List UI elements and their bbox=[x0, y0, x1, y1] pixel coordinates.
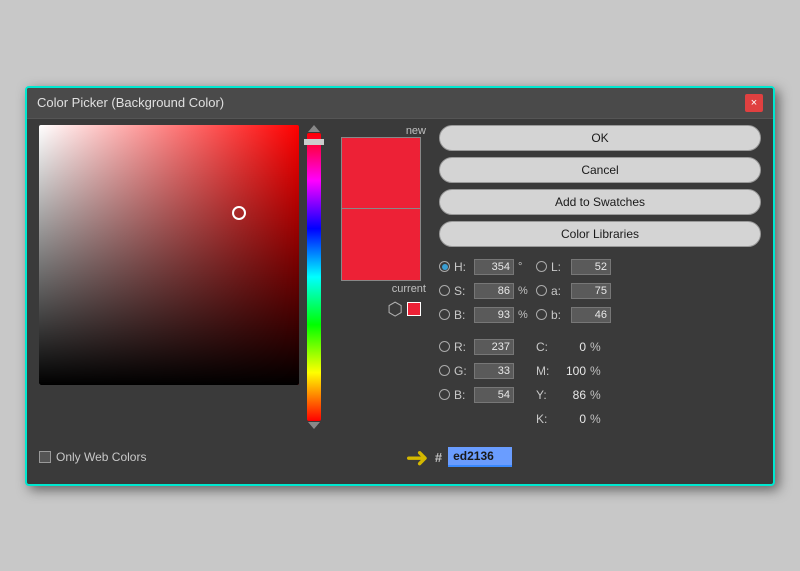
hue-unit: ° bbox=[518, 261, 530, 273]
cmyk-m-value: 100 bbox=[556, 364, 586, 378]
lab-cmyk-col: L: a: b: bbox=[536, 257, 611, 429]
hash-symbol: # bbox=[435, 450, 442, 465]
blue-radio[interactable] bbox=[439, 389, 450, 400]
lab-l-radio[interactable] bbox=[536, 261, 547, 272]
hue-arrow-top-icon bbox=[308, 125, 320, 132]
lab-a-radio[interactable] bbox=[536, 285, 547, 296]
brightness-unit: % bbox=[518, 309, 530, 321]
cube-swatch-area: ⬡ bbox=[341, 299, 421, 320]
green-row: G: bbox=[439, 361, 530, 381]
saturation-unit: % bbox=[518, 285, 530, 297]
green-radio[interactable] bbox=[439, 365, 450, 376]
brightness-radio[interactable] bbox=[439, 309, 450, 320]
cmyk-y-unit: % bbox=[590, 388, 602, 402]
lab-b-input[interactable] bbox=[571, 307, 611, 323]
brightness-input[interactable] bbox=[474, 307, 514, 323]
right-panel: OK Cancel Add to Swatches Color Librarie… bbox=[439, 125, 761, 429]
lab-b-radio[interactable] bbox=[536, 309, 547, 320]
saturation-label: S: bbox=[454, 284, 470, 298]
color-gradient[interactable] bbox=[39, 125, 299, 385]
color-field[interactable] bbox=[39, 125, 299, 385]
hue-input[interactable] bbox=[474, 259, 514, 275]
cmyk-y-value: 86 bbox=[556, 388, 586, 402]
preview-new-color bbox=[341, 137, 421, 209]
lab-a-input[interactable] bbox=[571, 283, 611, 299]
hsb-rgb-col: H: ° S: % B: bbox=[439, 257, 530, 429]
cmyk-c-unit: % bbox=[590, 340, 602, 354]
hue-radio-fill bbox=[442, 264, 448, 270]
cmyk-k-row: K: 0 % bbox=[536, 409, 611, 429]
cmyk-c-value: 0 bbox=[556, 340, 586, 354]
cmyk-k-label: K: bbox=[536, 412, 552, 426]
cube-icon: ⬡ bbox=[387, 299, 403, 320]
hue-radio[interactable] bbox=[439, 261, 450, 272]
green-label: G: bbox=[454, 364, 470, 378]
red-row: R: bbox=[439, 337, 530, 357]
cmyk-c-label: C: bbox=[536, 340, 552, 354]
title-bar: Color Picker (Background Color) × bbox=[27, 88, 773, 119]
color-picker-dialog: Color Picker (Background Color) × new bbox=[25, 86, 775, 486]
saturation-radio[interactable] bbox=[439, 285, 450, 296]
blue-label: B: bbox=[454, 388, 470, 402]
cmyk-m-unit: % bbox=[590, 364, 602, 378]
brightness-label: B: bbox=[454, 308, 470, 322]
preview-section: new current ⬡ bbox=[331, 125, 431, 429]
only-web-colors-checkbox[interactable] bbox=[39, 451, 51, 463]
hex-input[interactable] bbox=[448, 447, 512, 467]
brightness-row: B: % bbox=[439, 305, 530, 325]
hex-area: ➜ # bbox=[156, 441, 761, 474]
lab-a-row: a: bbox=[536, 281, 611, 301]
color-cursor[interactable] bbox=[232, 206, 246, 220]
saturation-input[interactable] bbox=[474, 283, 514, 299]
cmyk-m-row: M: 100 % bbox=[536, 361, 611, 381]
lab-l-input[interactable] bbox=[571, 259, 611, 275]
arrow-icon: ➜ bbox=[405, 441, 428, 474]
only-web-colors-label: Only Web Colors bbox=[56, 450, 146, 464]
only-web-colors-area: Only Web Colors bbox=[39, 450, 146, 464]
red-label: R: bbox=[454, 340, 470, 354]
cmyk-y-row: Y: 86 % bbox=[536, 385, 611, 405]
picker-area bbox=[39, 125, 323, 429]
red-input[interactable] bbox=[474, 339, 514, 355]
preview-current-label: current bbox=[392, 283, 426, 295]
cancel-button[interactable]: Cancel bbox=[439, 157, 761, 183]
hue-slider[interactable] bbox=[307, 133, 321, 421]
values-section: H: ° S: % B: bbox=[439, 257, 761, 429]
hue-arrow-bottom-icon bbox=[308, 422, 320, 429]
blue-input[interactable] bbox=[474, 387, 514, 403]
cmyk-c-row: C: 0 % bbox=[536, 337, 611, 357]
main-content: new current ⬡ OK Cancel Add to Swatches … bbox=[27, 119, 773, 435]
cmyk-k-unit: % bbox=[590, 412, 602, 426]
lab-l-row: L: bbox=[536, 257, 611, 277]
hue-label: H: bbox=[454, 260, 470, 274]
cmyk-m-label: M: bbox=[536, 364, 552, 378]
cmyk-y-label: Y: bbox=[536, 388, 552, 402]
blue-row: B: bbox=[439, 385, 530, 405]
add-to-swatches-button[interactable]: Add to Swatches bbox=[439, 189, 761, 215]
hue-slider-thumb bbox=[304, 139, 324, 145]
green-input[interactable] bbox=[474, 363, 514, 379]
lab-b-label: b: bbox=[551, 308, 567, 322]
color-libraries-button[interactable]: Color Libraries bbox=[439, 221, 761, 247]
swatch-mini[interactable] bbox=[407, 302, 421, 316]
close-button[interactable]: × bbox=[745, 94, 763, 112]
hue-row: H: ° bbox=[439, 257, 530, 277]
bottom-bar: Only Web Colors ➜ # bbox=[27, 435, 773, 484]
hue-slider-wrapper bbox=[305, 125, 323, 429]
lab-b-row: b: bbox=[536, 305, 611, 325]
lab-a-label: a: bbox=[551, 284, 567, 298]
red-radio[interactable] bbox=[439, 341, 450, 352]
cmyk-k-value: 0 bbox=[556, 412, 586, 426]
dialog-title: Color Picker (Background Color) bbox=[37, 95, 224, 110]
ok-button[interactable]: OK bbox=[439, 125, 761, 151]
saturation-row: S: % bbox=[439, 281, 530, 301]
preview-new-label: new bbox=[406, 125, 426, 137]
lab-l-label: L: bbox=[551, 260, 567, 274]
preview-current-color bbox=[341, 209, 421, 281]
